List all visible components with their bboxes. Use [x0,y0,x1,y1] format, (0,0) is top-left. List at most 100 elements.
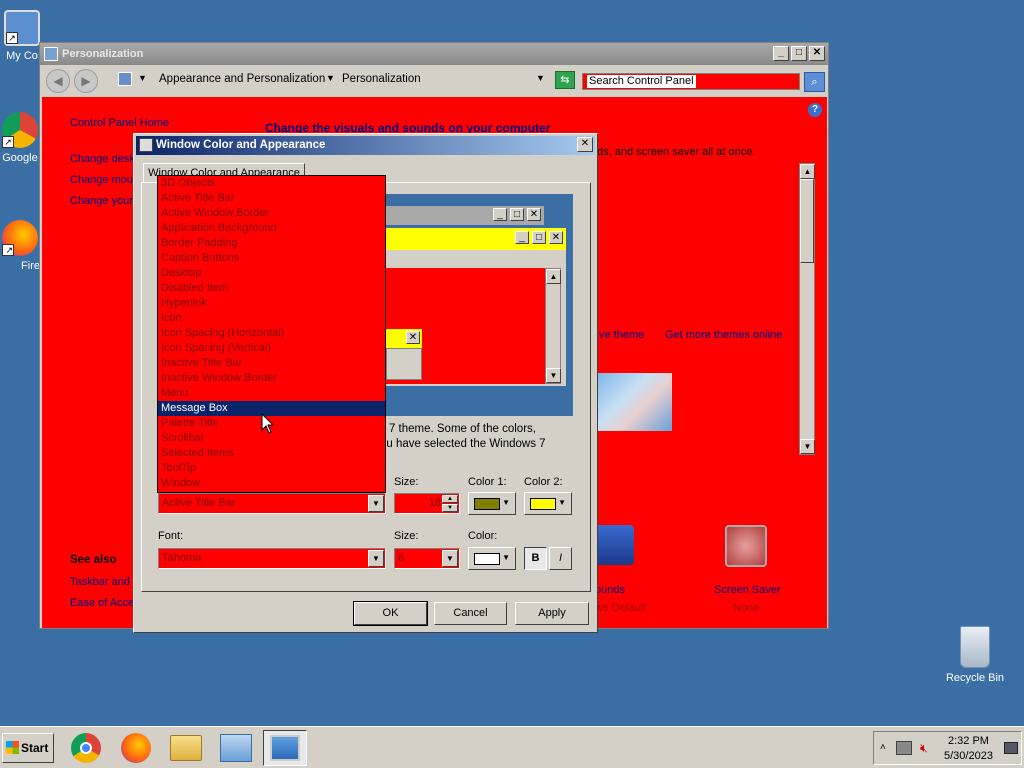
sidebar-link-desktop-icons[interactable]: Change desk [70,153,135,165]
volume-muted-icon[interactable]: 🔇︎ [920,741,936,755]
taskbar-explorer[interactable] [164,730,208,766]
close-button[interactable]: ✕ [809,46,825,61]
item-combobox[interactable]: Active Title Bar ▼ [158,493,386,514]
ok-button[interactable]: OK [353,601,428,626]
cancel-button[interactable]: Cancel [434,602,507,625]
font-color-picker[interactable]: ▼ [468,547,516,570]
list-item[interactable]: Menu [158,386,385,401]
window-titlebar[interactable]: Personalization _ □ ✕ [40,43,828,65]
item-size-spinner[interactable]: 18 ▲ ▼ [394,493,460,514]
list-item[interactable]: Selected Items [158,446,385,461]
screen-saver-icon[interactable] [725,525,767,567]
font-combobox[interactable]: Tahoma ▼ [158,548,386,569]
taskbar-personalization[interactable] [263,730,307,766]
spin-up-icon[interactable]: ▲ [442,495,458,503]
mouse-cursor-icon [261,413,275,434]
forward-button[interactable]: ▶ [74,69,98,93]
item-dropdown-list[interactable]: 3D Objects Active Title Bar Active Windo… [157,175,386,493]
list-item[interactable]: Active Title Bar [158,191,385,206]
search-icon[interactable]: ⌕ [804,72,825,92]
minimize-button[interactable]: _ [773,46,789,61]
desktop-icon-recycle-bin[interactable]: Recycle Bin [940,626,1010,684]
control-panel-home-link[interactable]: Control Panel Home [70,117,169,129]
see-also-taskbar-link[interactable]: Taskbar and [70,576,130,588]
list-item[interactable]: Icon [158,311,385,326]
start-button[interactable]: Start [2,733,54,763]
color1-picker[interactable]: ▼ [468,492,516,515]
action-center-icon[interactable] [1004,742,1018,754]
sidebar-link-mouse-pointers[interactable]: Change mous [70,174,139,186]
preview-minimize-icon: _ [493,208,507,221]
chevron-down-icon[interactable]: ▼ [368,550,384,567]
list-item[interactable]: Hyperlink [158,296,385,311]
window-title: Personalization [62,48,144,60]
themes-scrollbar[interactable]: ▲ ▼ [799,163,815,455]
chevron-down-icon: ▼ [502,553,510,562]
list-item[interactable]: Window [158,476,385,491]
desktop-icon-my-computer[interactable]: ↗ My Co [0,10,44,62]
help-icon[interactable]: ? [808,103,822,117]
breadcrumb-personalization[interactable]: Personalization [342,73,421,85]
chevron-down-icon[interactable]: ▼ [368,495,384,512]
breadcrumb-appearance[interactable]: Appearance and Personalization [159,73,325,85]
spin-down-icon[interactable]: ▼ [442,504,458,512]
list-item[interactable]: Desktop [158,266,385,281]
taskbar-chrome[interactable] [64,730,108,766]
search-input[interactable]: Search Control Panel [582,73,800,90]
taskbar-control-panel[interactable] [214,730,258,766]
save-theme-link[interactable]: ve theme [599,329,644,341]
list-item[interactable]: Disabled Item [158,281,385,296]
breadcrumb-dropdown-icon[interactable]: ▼ [138,73,147,83]
list-item[interactable]: ToolTip [158,461,385,476]
network-icon[interactable] [896,741,912,755]
preview-active-maximize-icon: □ [532,231,546,244]
scroll-thumb[interactable] [800,179,814,263]
chevron-down-icon: ▼ [558,498,566,507]
list-item[interactable]: Border Padding [158,236,385,251]
bold-toggle[interactable]: B [524,547,547,570]
clock-date[interactable]: 5/30/2023 [944,750,993,762]
firefox-icon [121,733,151,763]
apply-button[interactable]: Apply [515,602,589,625]
control-panel-icon [118,72,132,86]
list-item[interactable]: Caption Buttons [158,251,385,266]
list-item[interactable]: Active Window Border [158,206,385,221]
list-item[interactable]: Icon Spacing (Vertical) [158,341,385,356]
scroll-down-button[interactable]: ▼ [800,439,815,454]
preview-active-minimize-icon: _ [515,231,529,244]
list-item[interactable]: Inactive Title Bar [158,356,385,371]
back-button[interactable]: ◀ [46,69,70,93]
list-item[interactable]: Application Background [158,221,385,236]
sidebar-link-account-picture[interactable]: Change your [70,195,133,207]
personalization-icon [270,735,300,761]
clock-time[interactable]: 2:32 PM [948,735,989,747]
sounds-icon[interactable] [594,525,634,565]
list-item[interactable]: Inactive Window Border [158,371,385,386]
dialog-close-button[interactable]: ✕ [577,137,593,152]
desktop-icon-firefox[interactable]: ↗ Fire [0,220,40,272]
taskbar-firefox[interactable] [114,730,158,766]
screen-saver-sublabel: None [733,602,760,614]
desktop-icon-google-chrome[interactable]: ↗ Google [0,112,40,164]
get-more-themes-link[interactable]: Get more themes online [665,329,782,341]
screen-saver-label[interactable]: Screen Saver [714,584,781,596]
color2-picker[interactable]: ▼ [524,492,572,515]
theme-preview-image[interactable] [597,373,672,431]
chevron-down-icon[interactable]: ▼ [442,550,458,567]
show-hidden-icons-icon[interactable]: ˄ [880,742,886,753]
font-color-swatch [474,553,500,565]
font-size-combobox[interactable]: 8 ▼ [394,548,460,569]
breadcrumb-separator-icon[interactable]: ▼ [326,73,335,83]
dialog-titlebar[interactable]: Window Color and Appearance [136,136,595,155]
taskbar: Start ˄ 🔇︎ 2:32 PM 5/30/2023 [0,726,1024,768]
maximize-button[interactable]: □ [791,46,807,61]
see-also-ease-of-access-link[interactable]: Ease of Acce [70,597,134,609]
refresh-icon[interactable]: ⇆ [555,71,575,89]
list-item[interactable]: Icon Spacing (Horizontal) [158,326,385,341]
list-item[interactable]: 3D Objects [158,176,385,191]
address-history-icon[interactable]: ▼ [536,73,545,83]
italic-toggle[interactable]: I [549,547,572,570]
scroll-up-button[interactable]: ▲ [800,164,815,179]
sounds-label[interactable]: ounds [595,584,625,596]
color1-label: Color 1: [468,476,507,488]
